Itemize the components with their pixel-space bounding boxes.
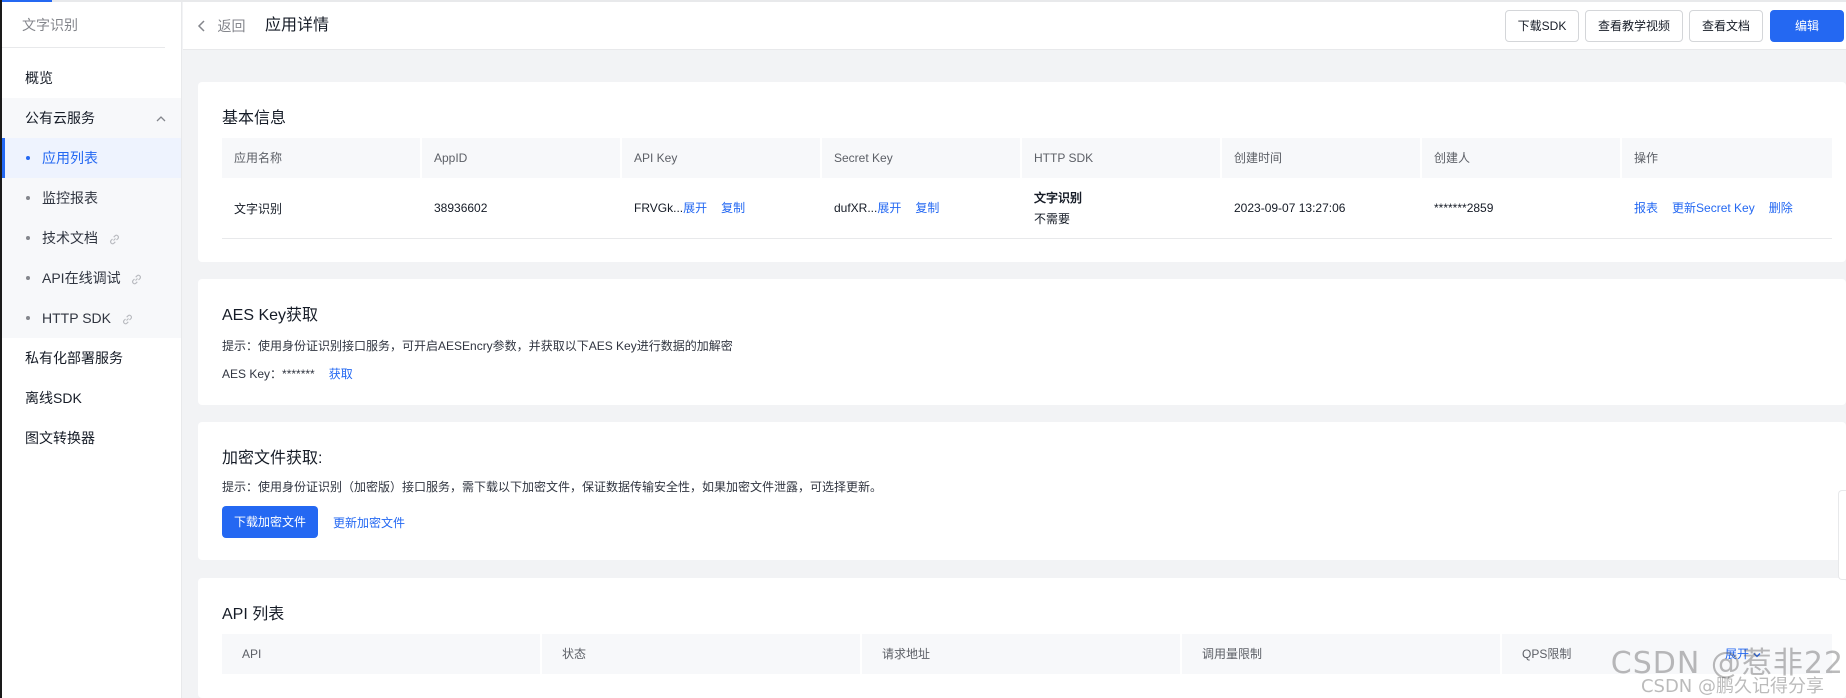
column-header: 创建人 xyxy=(1422,138,1622,178)
api-key-value: FRVGk... xyxy=(634,201,684,215)
back-button[interactable]: 返回 xyxy=(197,2,245,50)
basic-info-card: 基本信息 应用名称 AppID API Key Secret Key HTTP … xyxy=(198,82,1846,262)
bullet-icon xyxy=(26,236,30,240)
column-header: 状态 xyxy=(542,634,862,674)
download-sdk-button[interactable]: 下载SDK xyxy=(1505,10,1579,42)
sidebar-item-offline-sdk[interactable]: 离线SDK xyxy=(2,378,181,418)
sidebar-item-monitor[interactable]: 监控报表 xyxy=(2,178,181,218)
column-header: 操作 xyxy=(1634,151,1659,165)
column-header: HTTP SDK xyxy=(1022,138,1222,178)
sidebar-item-label: 公有云服务 xyxy=(25,110,95,126)
sidebar-item-http-sdk[interactable]: HTTP SDK xyxy=(2,298,181,338)
http-sdk-cell: 文字识别 不需要 xyxy=(1022,178,1222,238)
external-link-icon xyxy=(121,299,134,339)
basic-info-table: 应用名称 AppID API Key Secret Key HTTP SDK 创… xyxy=(222,138,1832,239)
report-link[interactable]: 报表 xyxy=(1634,201,1658,215)
update-encrypt-file-link[interactable]: 更新加密文件 xyxy=(333,514,405,531)
column-header: Secret Key xyxy=(822,138,1022,178)
page-header: 返回 应用详情 下载SDK 查看教学视频 查看文档 编辑 xyxy=(183,2,1846,50)
secret-key-value: dufXR... xyxy=(834,201,878,215)
update-secret-key-link[interactable]: 更新Secret Key xyxy=(1672,201,1755,215)
sidebar-item-label: HTTP SDK xyxy=(42,310,111,326)
external-link-icon xyxy=(130,259,143,299)
http-sdk-requirement: 不需要 xyxy=(1034,212,1071,226)
back-label: 返回 xyxy=(217,18,246,34)
section-title: 加密文件获取: xyxy=(222,450,323,467)
api-key-copy-link[interactable]: 复制 xyxy=(721,201,745,215)
api-key-cell: FRVGk...展开 复制 xyxy=(622,178,822,238)
secret-key-expand-link[interactable]: 展开 xyxy=(877,201,901,215)
sidebar-item-label: 技术文档 xyxy=(42,230,98,246)
sidebar-item-app-list[interactable]: 应用列表 xyxy=(2,138,181,178)
watermark-line2: CSDN @鹏久记得分享 xyxy=(1640,676,1824,697)
sidebar-item-label: 监控报表 xyxy=(42,190,98,206)
section-title: 基本信息 xyxy=(222,110,287,127)
sidebar-item-overview[interactable]: 概览 xyxy=(2,58,181,98)
sidebar-item-label: 应用列表 xyxy=(42,150,98,166)
column-header: 请求地址 xyxy=(862,634,1182,674)
view-docs-button[interactable]: 查看文档 xyxy=(1689,10,1763,42)
aes-key-label: AES Key：******* xyxy=(222,367,315,381)
api-key-expand-link[interactable]: 展开 xyxy=(683,201,707,215)
active-indicator xyxy=(2,138,5,178)
aes-key-card: AES Key获取 提示：使用身份证识别接口服务，可开启AESEncry参数，并… xyxy=(198,279,1846,405)
http-sdk-name: 文字识别 xyxy=(1034,191,1083,205)
edit-button[interactable]: 编辑 xyxy=(1770,10,1844,42)
table-row: 文字识别 38936602 FRVGk...展开 复制 dufXR...展开 复制 … xyxy=(222,178,1832,239)
sidebar-title: 文字识别 xyxy=(2,2,165,48)
bullet-icon xyxy=(26,196,30,200)
app-id: 38936602 xyxy=(434,201,488,215)
download-encrypt-file-button[interactable]: 下载加密文件 xyxy=(222,506,319,538)
column-header: API xyxy=(222,634,542,674)
window-left-edge xyxy=(0,0,2,698)
creator-cell: *******2859 xyxy=(1422,178,1622,238)
watermark: CSDN @惹非22 CSDN @鹏久记得分享 xyxy=(1586,638,1846,698)
sidebar-item-tech-docs[interactable]: 技术文档 xyxy=(2,218,181,258)
sidebar-item-public-cloud[interactable]: 公有云服务 xyxy=(2,98,181,138)
scroll-handle[interactable] xyxy=(1838,490,1846,580)
app-name: 文字识别 xyxy=(234,201,283,216)
created-at-cell: 2023-09-07 13:27:06 xyxy=(1222,178,1422,238)
table-header: 应用名称 AppID API Key Secret Key HTTP SDK 创… xyxy=(222,138,1832,178)
delete-link[interactable]: 删除 xyxy=(1769,201,1793,215)
sidebar-group-public-cloud: 公有云服务 应用列表 监控报表 技术文档 API在线调试 HTTP SDK xyxy=(2,98,181,338)
sidebar-item-api-debug[interactable]: API在线调试 xyxy=(2,258,181,298)
encrypt-hint: 提示：使用身份证识别（加密版）接口服务，需下载以下加密文件，保证数据传输安全性，… xyxy=(222,480,883,494)
column-header: AppID xyxy=(422,138,622,178)
sidebar-item-label: API在线调试 xyxy=(42,270,121,286)
external-link-icon xyxy=(108,219,121,259)
page-title: 应用详情 xyxy=(265,17,330,34)
sidebar-item-private-deploy[interactable]: 私有化部署服务 xyxy=(2,338,181,378)
column-header: API Key xyxy=(622,138,822,178)
created-at: 2023-09-07 13:27:06 xyxy=(1234,201,1346,215)
operations-cell: 报表 更新Secret Key 删除 xyxy=(1622,178,1832,238)
column-header: 创建时间 xyxy=(1222,138,1422,178)
sidebar-item-converter[interactable]: 图文转换器 xyxy=(2,418,181,458)
creator: *******2859 xyxy=(1434,201,1494,215)
chevron-left-icon xyxy=(197,18,211,35)
aes-key-row: AES Key：******* 获取 xyxy=(222,365,353,382)
chevron-up-icon xyxy=(155,98,167,138)
aes-hint: 提示：使用身份证识别接口服务，可开启AESEncry参数，并获取以下AES Ke… xyxy=(222,339,733,353)
bullet-icon xyxy=(26,276,30,280)
bullet-icon xyxy=(26,316,30,320)
encrypt-file-card: 加密文件获取: 提示：使用身份证识别（加密版）接口服务，需下载以下加密文件，保证… xyxy=(198,422,1846,560)
sidebar: 文字识别 概览 公有云服务 应用列表 监控报表 技术文档 API在线调试 HTT… xyxy=(2,2,182,698)
column-header: 应用名称 xyxy=(222,138,422,178)
section-title: AES Key获取 xyxy=(222,307,319,324)
bullet-icon xyxy=(26,156,30,160)
section-title: API 列表 xyxy=(222,606,285,623)
column-header: 调用量限制 xyxy=(1182,634,1502,674)
secret-key-cell: dufXR...展开 复制 xyxy=(822,178,1022,238)
secret-key-copy-link[interactable]: 复制 xyxy=(915,201,939,215)
app-name-cell: 文字识别 xyxy=(222,178,422,238)
get-aes-key-link[interactable]: 获取 xyxy=(329,367,353,381)
column-header: QPS限制 xyxy=(1522,647,1572,661)
view-tutorial-video-button[interactable]: 查看教学视频 xyxy=(1585,10,1683,42)
app-id-cell: 38936602 xyxy=(422,178,622,238)
